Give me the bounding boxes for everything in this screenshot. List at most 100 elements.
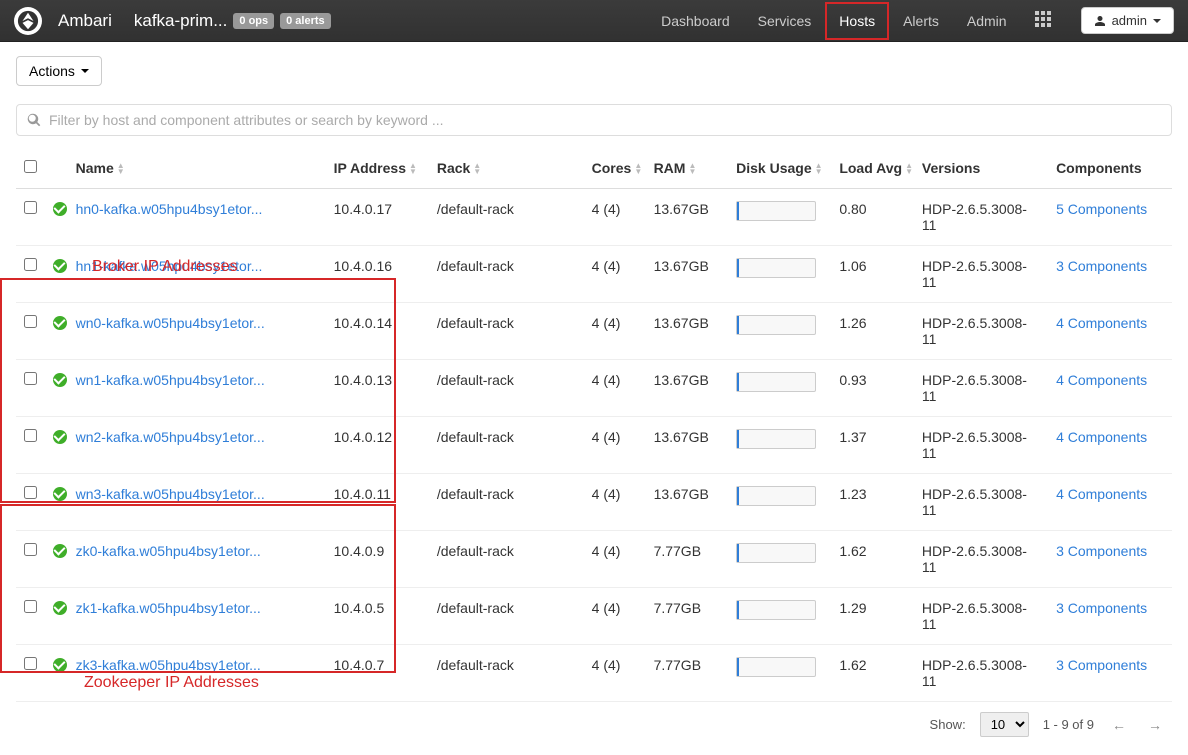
col-header-cores[interactable]: Cores▲▼ <box>584 148 646 189</box>
sort-icon: ▲▼ <box>473 163 481 175</box>
host-name-link[interactable]: zk3-kafka.w05hpu4bsy1etor... <box>76 657 261 673</box>
host-name-link[interactable]: hn1-kafka.w05hpu4bsy1etor... <box>76 258 263 274</box>
cell-rack: /default-rack <box>429 531 584 588</box>
cell-version: HDP-2.6.5.3008-11 <box>914 189 1048 246</box>
cell-disk <box>728 303 831 360</box>
host-name-link[interactable]: wn3-kafka.w05hpu4bsy1etor... <box>76 486 265 502</box>
host-name-link[interactable]: zk0-kafka.w05hpu4bsy1etor... <box>76 543 261 559</box>
table-row: zk0-kafka.w05hpu4bsy1etor... 10.4.0.9/def… <box>16 531 1172 588</box>
select-all-checkbox[interactable] <box>24 160 37 173</box>
cell-version: HDP-2.6.5.3008-11 <box>914 303 1048 360</box>
col-header-components: Components <box>1048 148 1172 189</box>
cell-cores: 4 (4) <box>584 588 646 645</box>
brand-text: Ambari <box>58 11 112 31</box>
cell-cores: 4 (4) <box>584 417 646 474</box>
components-link[interactable]: 4 Components <box>1056 315 1147 331</box>
col-header-name[interactable]: Name▲▼ <box>68 148 326 189</box>
cell-ip: 10.4.0.13 <box>326 360 429 417</box>
host-name-link[interactable]: wn2-kafka.w05hpu4bsy1etor... <box>76 429 265 445</box>
col-header-ip[interactable]: IP Address▲▼ <box>326 148 429 189</box>
ops-badge[interactable]: 0 ops <box>233 13 274 29</box>
cell-disk <box>728 246 831 303</box>
row-checkbox[interactable] <box>24 486 37 499</box>
filter-bar[interactable] <box>16 104 1172 136</box>
table-row: wn2-kafka.w05hpu4bsy1etor... 10.4.0.12/de… <box>16 417 1172 474</box>
row-checkbox[interactable] <box>24 543 37 556</box>
host-name-link[interactable]: hn0-kafka.w05hpu4bsy1etor... <box>76 201 263 217</box>
components-link[interactable]: 4 Components <box>1056 429 1147 445</box>
cell-ram: 13.67GB <box>646 360 729 417</box>
components-link[interactable]: 4 Components <box>1056 372 1147 388</box>
cell-load: 1.23 <box>831 474 914 531</box>
col-header-rack[interactable]: Rack▲▼ <box>429 148 584 189</box>
nav-apps-grid[interactable] <box>1021 0 1065 41</box>
cell-ip: 10.4.0.9 <box>326 531 429 588</box>
cell-version: HDP-2.6.5.3008-11 <box>914 645 1048 702</box>
col-header-versions: Versions <box>914 148 1048 189</box>
row-checkbox[interactable] <box>24 600 37 613</box>
status-ok-icon <box>53 259 67 273</box>
col-header-checkbox[interactable] <box>16 148 45 189</box>
status-ok-icon <box>53 601 67 615</box>
cell-ip: 10.4.0.16 <box>326 246 429 303</box>
col-header-ram[interactable]: RAM▲▼ <box>646 148 729 189</box>
row-checkbox[interactable] <box>24 315 37 328</box>
nav-right: Dashboard Services Hosts Alerts Admin ad… <box>647 0 1174 41</box>
host-name-link[interactable]: zk1-kafka.w05hpu4bsy1etor... <box>76 600 261 616</box>
cell-disk <box>728 531 831 588</box>
cell-load: 1.62 <box>831 531 914 588</box>
cell-load: 0.93 <box>831 360 914 417</box>
cell-rack: /default-rack <box>429 360 584 417</box>
row-checkbox[interactable] <box>24 657 37 670</box>
pager-prev-button[interactable]: ← <box>1108 717 1130 733</box>
row-checkbox[interactable] <box>24 429 37 442</box>
nav-hosts[interactable]: Hosts <box>825 2 889 40</box>
cell-disk <box>728 360 831 417</box>
row-checkbox[interactable] <box>24 201 37 214</box>
host-name-link[interactable]: wn0-kafka.w05hpu4bsy1etor... <box>76 315 265 331</box>
filter-input[interactable] <box>49 112 1161 128</box>
host-name-link[interactable]: wn1-kafka.w05hpu4bsy1etor... <box>76 372 265 388</box>
cell-ram: 13.67GB <box>646 417 729 474</box>
cell-version: HDP-2.6.5.3008-11 <box>914 417 1048 474</box>
cell-rack: /default-rack <box>429 303 584 360</box>
col-header-load[interactable]: Load Avg▲▼ <box>831 148 914 189</box>
pager-next-button[interactable]: → <box>1144 717 1166 733</box>
top-navbar: Ambari kafka-prim... 0 ops 0 alerts Dash… <box>0 0 1188 42</box>
row-checkbox[interactable] <box>24 258 37 271</box>
nav-admin[interactable]: Admin <box>953 2 1021 40</box>
brand-area[interactable]: Ambari <box>14 7 112 35</box>
col-header-disk[interactable]: Disk Usage▲▼ <box>728 148 831 189</box>
nav-dashboard[interactable]: Dashboard <box>647 2 744 40</box>
cell-ip: 10.4.0.5 <box>326 588 429 645</box>
search-icon <box>27 113 41 127</box>
alerts-badge[interactable]: 0 alerts <box>280 13 331 29</box>
user-menu-button[interactable]: admin <box>1081 7 1174 34</box>
cluster-name[interactable]: kafka-prim... <box>134 11 228 31</box>
cell-cores: 4 (4) <box>584 189 646 246</box>
cell-cores: 4 (4) <box>584 645 646 702</box>
cell-version: HDP-2.6.5.3008-11 <box>914 588 1048 645</box>
sort-icon: ▲▼ <box>815 163 823 175</box>
nav-services[interactable]: Services <box>744 2 826 40</box>
cell-cores: 4 (4) <box>584 474 646 531</box>
user-label: admin <box>1112 13 1147 28</box>
status-ok-icon <box>53 202 67 216</box>
cell-version: HDP-2.6.5.3008-11 <box>914 474 1048 531</box>
page-size-select[interactable]: 10 <box>980 712 1029 737</box>
actions-dropdown-button[interactable]: Actions <box>16 56 102 86</box>
cell-rack: /default-rack <box>429 417 584 474</box>
components-link[interactable]: 4 Components <box>1056 486 1147 502</box>
components-link[interactable]: 3 Components <box>1056 543 1147 559</box>
cell-disk <box>728 417 831 474</box>
row-checkbox[interactable] <box>24 372 37 385</box>
table-row: wn0-kafka.w05hpu4bsy1etor...10.4.0.14/de… <box>16 303 1172 360</box>
table-row: zk3-kafka.w05hpu4bsy1etor...10.4.0.7/def… <box>16 645 1172 702</box>
components-link[interactable]: 3 Components <box>1056 600 1147 616</box>
components-link[interactable]: 5 Components <box>1056 201 1147 217</box>
cell-ip: 10.4.0.12 <box>326 417 429 474</box>
disk-usage-bar <box>736 201 816 221</box>
nav-alerts[interactable]: Alerts <box>889 2 953 40</box>
components-link[interactable]: 3 Components <box>1056 258 1147 274</box>
components-link[interactable]: 3 Components <box>1056 657 1147 673</box>
